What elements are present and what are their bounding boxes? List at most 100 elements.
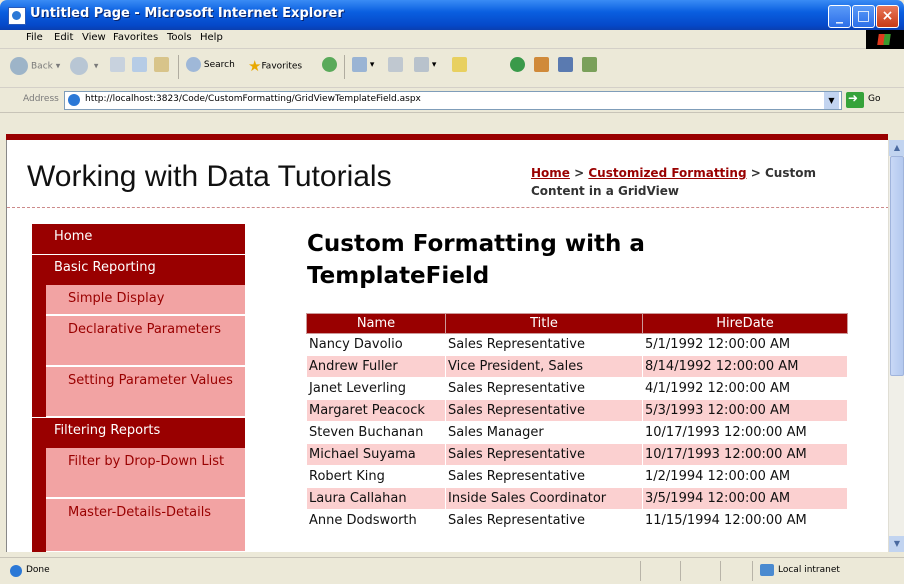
toolbar-separator [344, 55, 345, 79]
favorites-button[interactable]: ★Favorites [248, 57, 302, 77]
address-bar: Address http://localhost:3823/Code/Custo… [0, 88, 904, 113]
refresh-button[interactable] [132, 57, 147, 77]
forward-button[interactable]: ▾ [70, 57, 98, 77]
refresh-icon [132, 57, 147, 72]
table-row: Margaret Peacock Sales Representative 5/3/… [306, 399, 848, 422]
sidebar-item-filtering-reports[interactable]: Filtering Reports [32, 418, 245, 448]
table-row: Michael Suyama Sales Representative 10/17/… [306, 443, 848, 466]
cell-title: Sales Representative [445, 509, 643, 532]
windows-logo-icon [866, 30, 904, 50]
cell-name: Andrew Fuller [306, 355, 446, 378]
sidebar-item-setting-parameter-values[interactable]: Setting Parameter Values [46, 367, 245, 417]
site-header: Working with Data Tutorials Home > Custo… [7, 140, 889, 208]
media-button[interactable] [322, 57, 337, 77]
go-button[interactable] [846, 91, 864, 108]
home-button[interactable] [154, 57, 169, 77]
cell-hiredate: 10/17/1993 12:00:00 AM [642, 421, 848, 444]
table-row: Janet Leverling Sales Representative 4/1/1… [306, 377, 848, 400]
messenger-icon [510, 57, 525, 72]
menu-edit[interactable]: Edit [54, 32, 73, 43]
cell-title: Sales Representative [445, 333, 643, 356]
status-separator [720, 561, 721, 581]
address-field[interactable]: http://localhost:3823/Code/CustomFormatt… [64, 91, 842, 110]
breadcrumb-separator: > [569, 166, 589, 180]
star-icon: ★ [248, 57, 262, 75]
page-title: Custom Formatting with a TemplateField [307, 231, 645, 289]
window-title: Untitled Page - Microsoft Internet Explo… [30, 6, 344, 21]
cell-name: Janet Leverling [306, 377, 446, 400]
edit-button[interactable] [452, 57, 467, 77]
tools-icon [582, 57, 597, 72]
cell-name: Nancy Davolio [306, 333, 446, 356]
search-button[interactable]: Search [186, 57, 235, 77]
print-icon [414, 57, 429, 72]
scroll-down-icon[interactable]: ▼ [889, 536, 904, 552]
employees-grid: Name Title HireDate Nancy Davolio Sales R… [306, 313, 848, 532]
history-button[interactable]: ▾ [352, 57, 374, 77]
title-bar: Untitled Page - Microsoft Internet Explo… [0, 0, 904, 30]
menu-help[interactable]: Help [200, 32, 223, 43]
menu-file[interactable]: File [26, 32, 43, 43]
messenger-button[interactable] [510, 57, 525, 77]
breadcrumb-section-link[interactable]: Customized Formatting [588, 166, 746, 180]
menu-view[interactable]: View [82, 32, 106, 43]
chevron-down-icon[interactable]: ▼ [824, 92, 839, 109]
mail-button[interactable] [388, 57, 403, 77]
scroll-up-icon[interactable]: ▲ [889, 140, 904, 156]
cell-title: Sales Representative [445, 399, 643, 422]
grid-header-row: Name Title HireDate [306, 313, 848, 334]
breadcrumb: Home > Customized Formatting > Custom Co… [531, 164, 866, 200]
folder-icon [452, 57, 467, 72]
toolbar: Back ▾ ▾ Search ★Favorites ▾ ▾ [0, 49, 904, 88]
cell-title: Sales Representative [445, 443, 643, 466]
status-separator [640, 561, 641, 581]
address-url: http://localhost:3823/Code/CustomFormatt… [85, 94, 421, 104]
tools-button[interactable] [582, 57, 597, 77]
status-text: Done [26, 565, 50, 575]
sidebar-item-home[interactable]: Home [32, 224, 245, 254]
cell-name: Michael Suyama [306, 443, 446, 466]
column-header-title: Title [445, 313, 643, 334]
discuss-button[interactable] [558, 57, 573, 77]
intranet-zone-icon [760, 564, 774, 576]
sidebar-item-filter-dropdown[interactable]: Filter by Drop-Down List [46, 448, 245, 498]
maximize-button[interactable]: □ [852, 5, 875, 28]
cell-title: Sales Representative [445, 465, 643, 488]
home-icon [154, 57, 169, 72]
history-icon [352, 57, 367, 72]
cell-name: Anne Dodsworth [306, 509, 446, 532]
cell-hiredate: 10/17/1993 12:00:00 AM [642, 443, 848, 466]
menu-bar: File Edit View Favorites Tools Help [0, 30, 904, 49]
status-bar: Done Local intranet [0, 557, 904, 584]
page-icon [68, 94, 80, 106]
cell-hiredate: 5/3/1993 12:00:00 AM [642, 399, 848, 422]
cell-name: Robert King [306, 465, 446, 488]
menu-favorites[interactable]: Favorites [113, 32, 158, 43]
vertical-scrollbar[interactable]: ▲ ▼ [888, 140, 904, 552]
sidebar-item-basic-reporting[interactable]: Basic Reporting [32, 255, 245, 285]
close-button[interactable]: × [876, 5, 899, 28]
mail-icon [388, 57, 403, 72]
cell-name: Laura Callahan [306, 487, 446, 510]
sidebar-item-declarative-parameters[interactable]: Declarative Parameters [46, 316, 245, 366]
minimize-button[interactable]: _ [828, 5, 851, 28]
table-row: Anne Dodsworth Sales Representative 11/15/… [306, 509, 848, 532]
page-viewport: Working with Data Tutorials Home > Custo… [6, 140, 889, 552]
table-row: Andrew Fuller Vice President, Sales 8/14/1… [306, 355, 848, 378]
print-button[interactable]: ▾ [414, 57, 436, 77]
sidebar-item-master-details[interactable]: Master-Details-Details [46, 499, 245, 552]
menu-tools[interactable]: Tools [167, 32, 192, 43]
cell-name: Margaret Peacock [306, 399, 446, 422]
research-button[interactable] [534, 57, 549, 77]
cell-title: Sales Representative [445, 377, 643, 400]
sidebar-item-simple-display[interactable]: Simple Display [46, 285, 245, 315]
back-button[interactable]: Back ▾ [10, 57, 60, 77]
go-label[interactable]: Go [868, 94, 880, 104]
scrollbar-thumb[interactable] [890, 156, 904, 376]
table-row: Robert King Sales Representative 1/2/1994 … [306, 465, 848, 488]
stop-button[interactable] [110, 57, 125, 77]
close-icon: × [881, 8, 894, 24]
breadcrumb-home-link[interactable]: Home [531, 166, 570, 180]
cell-title: Inside Sales Coordinator [445, 487, 643, 510]
ie-icon [8, 7, 26, 25]
